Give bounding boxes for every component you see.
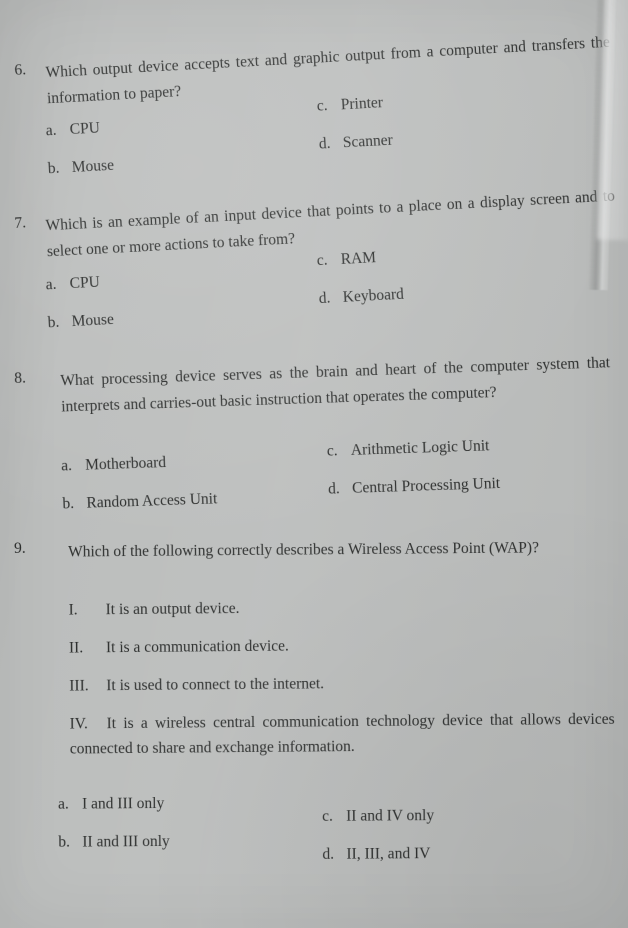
option-label: b. [47,159,60,178]
option-text: CPU [69,119,101,139]
option-label: b. [62,495,75,513]
question-9-statement-i: I. It is an output device. [69,600,240,619]
option-label: a. [57,795,69,813]
question-7-option-a[interactable]: a. CPU [45,274,100,295]
page-edge-highlight [596,0,628,241]
question-8-option-c[interactable]: c. Arithmetic Logic Unit [327,437,490,460]
question-6: 6. Which output device accepts text and … [14,30,616,178]
statement-text: It is an output device. [105,600,240,619]
question-8-option-a[interactable]: a. Motherboard [61,454,166,475]
question-9-statement-iii: III. It is used to connect to the interne… [69,675,324,695]
option-label: a. [45,121,57,140]
question-9-statement-ii: II. It is a communication device. [69,638,289,658]
option-label: c. [316,97,329,115]
option-label: d. [327,480,341,498]
option-label: b. [58,833,71,851]
option-text: Printer [340,94,384,114]
question-9-option-d[interactable]: d. II, III, and IV [322,845,430,864]
option-text: Keyboard [342,285,405,306]
question-9: 9. Which of the following correctly desc… [14,535,615,757]
option-label: b. [47,313,60,332]
question-6-option-a[interactable]: a. CPU [45,119,100,140]
question-9-option-a[interactable]: a. I and III only [58,795,164,814]
statement-text: It is a communication device. [105,637,289,657]
option-text: II and IV only [346,807,435,825]
option-label: a. [45,275,57,294]
question-9-options: a. I and III only b. II and III only c. II … [14,792,614,863]
statement-text: It is used to connect to the internet. [106,675,325,695]
option-text: Mouse [71,310,115,331]
question-6-number: 6. [14,61,27,79]
statement-text: It is a wireless central communication t… [69,710,615,758]
question-6-option-c[interactable]: c. Printer [316,94,383,116]
option-text: RAM [340,249,377,268]
option-text: I and III only [81,794,165,813]
question-9-stem: Which of the following correctly describ… [68,539,540,561]
question-6-option-b[interactable]: b. Mouse [47,157,114,179]
question-7-option-b[interactable]: b. Mouse [47,311,114,332]
question-8: 8. What processing device serves as the … [14,350,615,512]
statement-label: I. [68,601,78,619]
option-text: Motherboard [84,454,167,474]
option-label: d. [322,845,335,863]
option-text: Scanner [342,131,394,152]
statement-label: IV. [69,715,88,733]
exam-page: 6. Which output device accepts text and … [0,0,628,928]
question-7-option-d[interactable]: d. Keyboard [318,286,404,308]
option-text: Central Processing Unit [351,474,501,497]
question-7-number: 7. [14,214,27,232]
question-8-number: 8. [14,369,27,387]
option-label: c. [322,807,333,825]
option-text: II and III only [82,832,170,851]
question-8-option-d[interactable]: d. Central Processing Unit [328,475,501,499]
option-label: d. [318,289,331,308]
option-label: c. [316,251,329,270]
option-text: CPU [69,273,101,293]
question-8-option-b[interactable]: b. Random Access Unit [62,490,217,513]
option-text: Mouse [71,156,115,177]
question-9-number: 9. [14,539,26,557]
statement-label: II. [68,639,84,657]
option-text: II, III, and IV [346,845,431,863]
question-9-statement-iv: IV. It is a wireless central communicatio… [69,707,615,762]
statement-label: III. [69,677,89,695]
option-label: d. [318,135,331,153]
question-9-option-c[interactable]: c. II and IV only [322,807,434,826]
option-label: a. [60,457,73,475]
question-7-option-c[interactable]: c. RAM [316,249,376,270]
question-7: 7. Which is an example of an input devic… [14,184,616,332]
option-text: Arithmetic Logic Unit [350,437,490,459]
question-6-option-d[interactable]: d. Scanner [318,132,393,154]
question-8-stem: What processing device serves as the bra… [60,354,611,416]
option-text: Random Access Unit [86,490,218,512]
option-label: c. [326,442,338,460]
question-9-option-b[interactable]: b. II and III only [58,833,169,852]
